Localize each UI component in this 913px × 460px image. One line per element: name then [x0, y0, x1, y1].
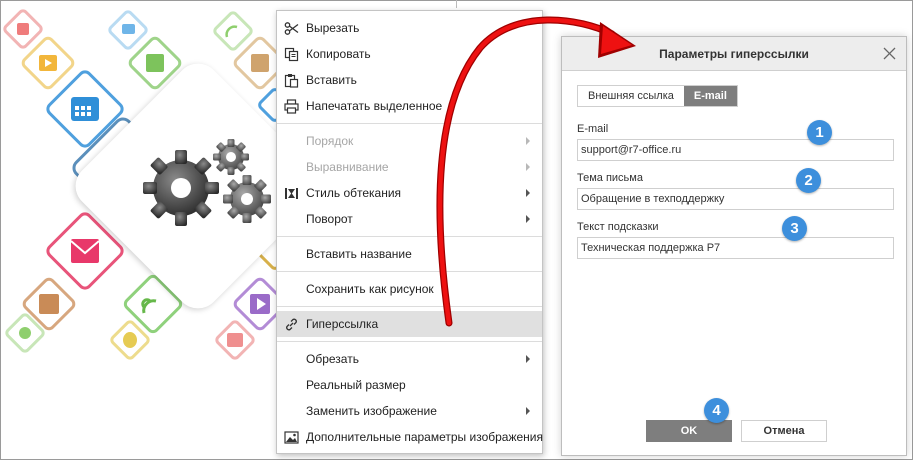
tooltip-label: Текст подсказки: [577, 221, 659, 233]
menu-item-label: Вставить название: [306, 247, 412, 261]
menu-item-print-selection[interactable]: Напечатать выделенное: [277, 93, 542, 119]
gears-icon: [141, 133, 281, 233]
menu-item-actual-size[interactable]: Реальный размер: [277, 372, 542, 398]
submenu-arrow-icon: [526, 137, 530, 145]
scissors-icon: [284, 22, 299, 35]
tooltip-field[interactable]: [577, 237, 894, 259]
menu-item-label: Копировать: [306, 47, 371, 61]
menu-item-rotate[interactable]: Поворот: [277, 206, 542, 232]
context-menu: Вырезать Копировать Вставить Напечатать …: [276, 10, 543, 454]
menu-item-crop[interactable]: Обрезать: [277, 346, 542, 372]
menu-item-label: Сохранить как рисунок: [306, 282, 434, 296]
menu-item-order[interactable]: Порядок: [277, 128, 542, 154]
menu-item-hyperlink[interactable]: Гиперссылка: [277, 311, 542, 337]
close-icon[interactable]: [883, 47, 896, 60]
menu-item-copy[interactable]: Копировать: [277, 41, 542, 67]
menu-item-label: Заменить изображение: [306, 404, 437, 418]
menu-item-paste[interactable]: Вставить: [277, 67, 542, 93]
menu-item-label: Обрезать: [306, 352, 359, 366]
menu-item-label: Порядок: [306, 134, 354, 148]
submenu-arrow-icon: [526, 407, 530, 415]
copy-icon: [284, 47, 299, 62]
submenu-arrow-icon: [526, 215, 530, 223]
dialog-header: Параметры гиперссылки: [562, 37, 906, 71]
submenu-arrow-icon: [526, 189, 530, 197]
printer-icon: [284, 99, 299, 114]
hyperlink-settings-dialog: Параметры гиперссылки Внешняя ссылка E-m…: [561, 36, 907, 456]
menu-item-replace-image[interactable]: Заменить изображение: [277, 398, 542, 424]
menu-item-label: Напечатать выделенное: [306, 99, 443, 113]
ok-button[interactable]: OK: [646, 420, 732, 442]
menu-separator: [277, 341, 542, 342]
subject-label: Тема письма: [577, 172, 643, 184]
menu-item-cut[interactable]: Вырезать: [277, 15, 542, 41]
link-type-tabs: Внешняя ссылка E-mail: [577, 85, 738, 107]
text-wrap-icon: [285, 188, 298, 199]
menu-item-insert-caption[interactable]: Вставить название: [277, 241, 542, 267]
menu-item-wrap-style[interactable]: Стиль обтекания: [277, 180, 542, 206]
menu-item-label: Вырезать: [306, 21, 360, 35]
step-badge-3: 3: [782, 216, 807, 241]
document-edge: [456, 0, 457, 8]
email-label: E-mail: [577, 123, 609, 135]
menu-item-label: Стиль обтекания: [306, 186, 402, 200]
menu-item-label: Выравнивание: [306, 160, 389, 174]
submenu-arrow-icon: [526, 355, 530, 363]
submenu-arrow-icon: [526, 163, 530, 171]
step-badge-4: 4: [704, 398, 729, 423]
subject-field[interactable]: [577, 188, 894, 210]
menu-separator: [277, 236, 542, 237]
menu-separator: [277, 123, 542, 124]
menu-item-label: Дополнительные параметры изображения: [306, 430, 543, 444]
email-field[interactable]: [577, 139, 894, 161]
menu-item-save-as-picture[interactable]: Сохранить как рисунок: [277, 276, 542, 302]
cancel-button[interactable]: Отмена: [741, 420, 827, 442]
menu-separator: [277, 306, 542, 307]
step-badge-1: 1: [807, 120, 832, 145]
tab-email[interactable]: E-mail: [683, 86, 737, 106]
menu-item-label: Гиперссылка: [306, 317, 379, 331]
menu-item-label: Поворот: [306, 212, 353, 226]
paste-icon: [284, 74, 299, 88]
menu-separator: [277, 271, 542, 272]
menu-item-align[interactable]: Выравнивание: [277, 154, 542, 180]
dialog-title: Параметры гиперссылки: [659, 47, 809, 61]
menu-item-label: Вставить: [306, 73, 357, 87]
step-badge-2: 2: [796, 168, 821, 193]
tab-external-link[interactable]: Внешняя ссылка: [578, 86, 684, 106]
link-icon: [286, 318, 297, 331]
menu-item-image-advanced-settings[interactable]: Дополнительные параметры изображения: [277, 424, 543, 450]
image-settings-icon: [284, 431, 299, 444]
menu-item-label: Реальный размер: [306, 378, 406, 392]
